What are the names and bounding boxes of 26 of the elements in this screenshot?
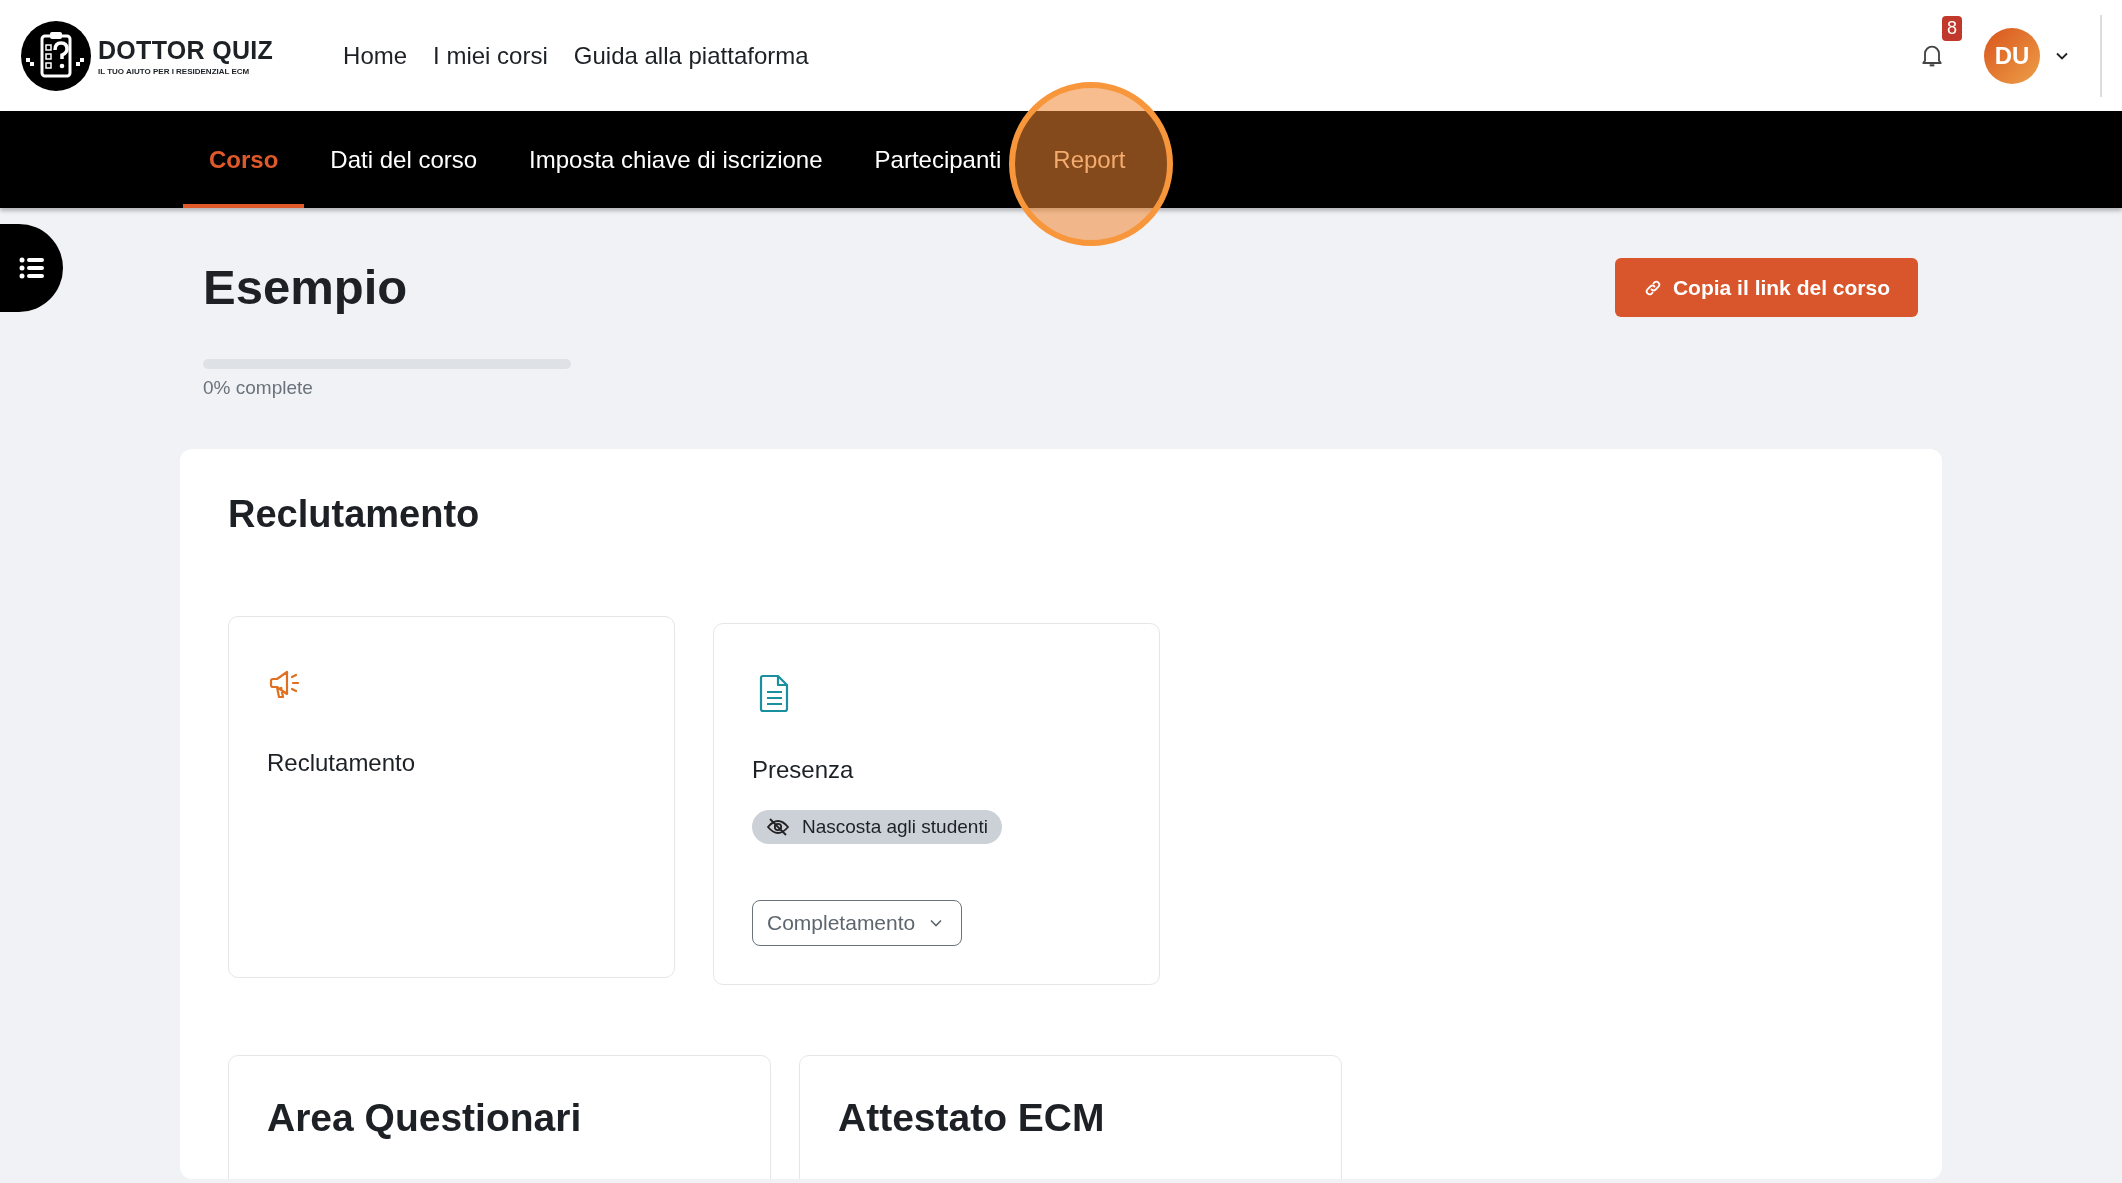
course-tab[interactable]: Dati del corso	[304, 111, 504, 208]
completion-dropdown[interactable]: Completamento	[752, 900, 963, 946]
copy-link-button[interactable]: Copia il link del corso	[1614, 258, 1918, 317]
course-tab[interactable]: Imposta chiave di iscrizione	[503, 111, 849, 208]
nav-link[interactable]: Home	[343, 41, 408, 70]
caret-icon	[929, 918, 944, 928]
subsection-title: Area Questionari	[267, 1096, 583, 1140]
course-tab[interactable]: Report	[1027, 111, 1152, 208]
progress-label: 0% complete	[203, 377, 314, 399]
course-index-toggle[interactable]	[0, 224, 63, 312]
course-tab[interactable]: Partecipanti	[848, 111, 1028, 208]
logo-tagline: IL TUO AIUTO PER I RESIDENZIAL ECM	[98, 66, 251, 76]
activity-name[interactable]: Presenza	[752, 756, 1121, 784]
list-icon	[18, 257, 45, 279]
eye-slash-icon	[766, 817, 790, 837]
nav-link[interactable]: Guida alla piattaforma	[573, 41, 809, 70]
activity-name[interactable]: Reclutamento	[267, 749, 636, 777]
subsection-title: Attestato ECM	[838, 1096, 1106, 1140]
notification-count: 8	[1942, 15, 1962, 41]
nav-link[interactable]: I miei corsi	[433, 41, 548, 70]
course-title: Esempio	[203, 259, 408, 316]
badge-label: Nascosta agli studenti	[802, 816, 988, 838]
section-title: Reclutamento	[228, 493, 481, 536]
course-tab[interactable]: Corso	[183, 111, 305, 208]
logo-title: DOTTOR QUIZ	[98, 35, 274, 65]
logo-icon	[20, 19, 92, 92]
